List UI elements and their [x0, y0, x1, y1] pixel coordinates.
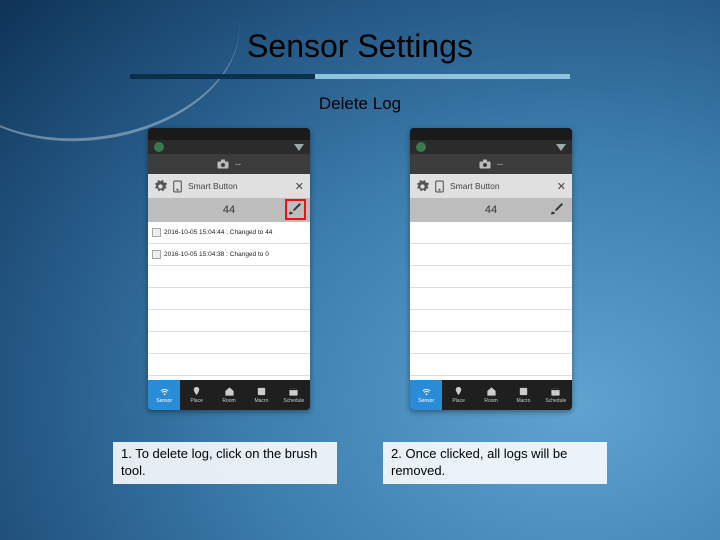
phone-screenshot-1: -- Smart Button ✕ 44 2016-10-05 15:04:44…	[148, 128, 310, 410]
log-row-empty	[410, 332, 572, 354]
log-row-empty	[148, 288, 310, 310]
phone-row: -- Smart Button ✕ 44 2016-10-05 15:04:44…	[0, 128, 720, 410]
log-row-empty	[410, 222, 572, 244]
count-bar: 44	[410, 198, 572, 222]
count-value: 44	[223, 204, 235, 216]
nav-sensor[interactable]: Sensor	[148, 380, 180, 410]
presence-dot-icon	[154, 142, 164, 152]
nav-label: Sensor	[418, 398, 434, 404]
nav-macro[interactable]: Macro	[507, 380, 539, 410]
log-row-empty	[410, 354, 572, 376]
top-strip	[410, 140, 572, 154]
gear-icon[interactable]	[154, 180, 167, 193]
device-icon	[172, 180, 183, 193]
close-icon[interactable]: ✕	[557, 180, 566, 193]
log-row-empty	[410, 288, 572, 310]
device-label: Smart Button	[450, 181, 552, 191]
page-subtitle: Delete Log	[0, 94, 720, 114]
nav-label: Schedule	[283, 398, 304, 404]
camera-label: --	[235, 159, 241, 169]
macro-icon	[518, 386, 529, 397]
camera-bar: --	[148, 154, 310, 174]
dropdown-icon	[294, 144, 304, 151]
nav-label: Macro	[516, 398, 530, 404]
calendar-icon	[550, 386, 561, 397]
nav-label: Place	[190, 398, 203, 404]
status-bar	[410, 128, 572, 140]
log-row-empty	[148, 266, 310, 288]
log-thumb-icon	[152, 228, 161, 237]
nav-label: Schedule	[545, 398, 566, 404]
calendar-icon	[288, 386, 299, 397]
log-row-empty	[148, 310, 310, 332]
pin-icon	[191, 386, 202, 397]
caption-right: 2. Once clicked, all logs will be remove…	[383, 442, 607, 484]
log-row: 2016-10-05 15:04:44 : Changed to 44	[148, 222, 310, 244]
nav-label: Room	[484, 398, 497, 404]
log-row-empty	[410, 244, 572, 266]
log-list	[410, 222, 572, 380]
nav-schedule[interactable]: Schedule	[278, 380, 310, 410]
nav-label: Sensor	[156, 398, 172, 404]
log-thumb-icon	[152, 250, 161, 259]
presence-dot-icon	[416, 142, 426, 152]
signal-icon	[159, 386, 170, 397]
nav-place[interactable]: Place	[442, 380, 474, 410]
caption-left: 1. To delete log, click on the brush too…	[113, 442, 337, 484]
signal-icon	[421, 386, 432, 397]
pin-icon	[453, 386, 464, 397]
brush-icon	[287, 201, 303, 217]
nav-label: Macro	[254, 398, 268, 404]
count-bar: 44	[148, 198, 310, 222]
log-list: 2016-10-05 15:04:44 : Changed to 44 2016…	[148, 222, 310, 380]
nav-sensor[interactable]: Sensor	[410, 380, 442, 410]
bottom-nav: Sensor Place Room Macro Schedule	[410, 380, 572, 410]
log-row: 2016-10-05 15:04:38 : Changed to 0	[148, 244, 310, 266]
brush-tool-button[interactable]	[548, 200, 566, 218]
log-text: 2016-10-05 15:04:44 : Changed to 44	[164, 229, 272, 236]
dropdown-icon	[556, 144, 566, 151]
brush-icon	[549, 201, 565, 217]
gear-icon[interactable]	[416, 180, 429, 193]
nav-room[interactable]: Room	[213, 380, 245, 410]
status-bar	[148, 128, 310, 140]
camera-label: --	[497, 159, 503, 169]
log-text: 2016-10-05 15:04:38 : Changed to 0	[164, 251, 269, 258]
page-title: Sensor Settings	[0, 28, 720, 65]
close-icon[interactable]: ✕	[295, 180, 304, 193]
panel-header: Smart Button ✕	[410, 174, 572, 198]
camera-icon	[217, 159, 229, 169]
top-strip	[148, 140, 310, 154]
captions-row: 1. To delete log, click on the brush too…	[0, 442, 720, 484]
nav-label: Place	[452, 398, 465, 404]
header: Sensor Settings	[0, 28, 720, 65]
brush-tool-button[interactable]	[286, 200, 304, 218]
title-rule	[130, 74, 570, 79]
log-row-empty	[410, 310, 572, 332]
log-row-empty	[148, 332, 310, 354]
bottom-nav: Sensor Place Room Macro Schedule	[148, 380, 310, 410]
slide: Sensor Settings Delete Log -- Smart Butt…	[0, 0, 720, 540]
log-row-empty	[148, 354, 310, 376]
nav-label: Room	[222, 398, 235, 404]
macro-icon	[256, 386, 267, 397]
camera-bar: --	[410, 154, 572, 174]
nav-macro[interactable]: Macro	[245, 380, 277, 410]
device-icon	[434, 180, 445, 193]
nav-schedule[interactable]: Schedule	[540, 380, 572, 410]
nav-room[interactable]: Room	[475, 380, 507, 410]
home-icon	[224, 386, 235, 397]
count-value: 44	[485, 204, 497, 216]
nav-place[interactable]: Place	[180, 380, 212, 410]
camera-icon	[479, 159, 491, 169]
panel-header: Smart Button ✕	[148, 174, 310, 198]
device-label: Smart Button	[188, 181, 290, 191]
phone-screenshot-2: -- Smart Button ✕ 44	[410, 128, 572, 410]
log-row-empty	[410, 266, 572, 288]
home-icon	[486, 386, 497, 397]
